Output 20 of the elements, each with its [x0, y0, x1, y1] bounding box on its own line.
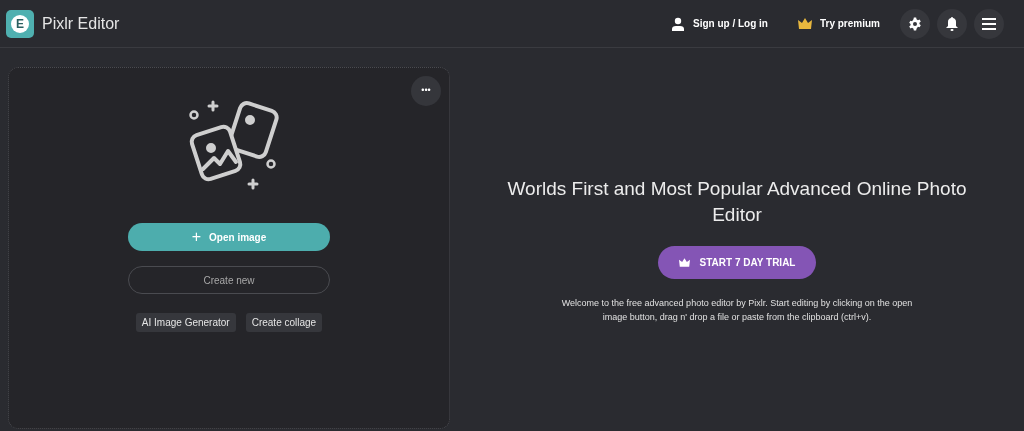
settings-button[interactable]	[900, 8, 930, 39]
more-button[interactable]: •••	[411, 76, 441, 106]
menu-button[interactable]	[974, 8, 1004, 39]
user-icon	[670, 16, 685, 31]
menu-icon	[982, 17, 996, 30]
crown-icon	[678, 258, 690, 267]
sign-up-link[interactable]: Sign up / Log in	[670, 16, 768, 31]
welcome-text: Welcome to the free advanced photo editor by Pixlr. Start editing by clicking on the open image button, drag n' drop a file or paste from the clipboard (ctrl+v).	[560, 297, 914, 324]
chip-button[interactable]: AI Image Generator	[135, 313, 236, 332]
notifications-button[interactable]	[937, 8, 967, 39]
settings-icon	[908, 16, 922, 31]
bell-icon	[946, 16, 958, 31]
premium-link[interactable]: Try premium	[797, 16, 880, 31]
plus-icon: +	[191, 229, 202, 245]
crown-icon	[797, 18, 812, 29]
chip-button[interactable]: Create collage	[245, 313, 323, 332]
promo-heading: Worlds First and Most Popular Advanced Online Photo Editor	[506, 177, 968, 227]
start-trial-button[interactable]: START 7 DAY TRIAL	[658, 246, 816, 279]
app-title: Pixlr Editor	[42, 13, 120, 34]
logo-icon[interactable]: E	[6, 9, 34, 38]
